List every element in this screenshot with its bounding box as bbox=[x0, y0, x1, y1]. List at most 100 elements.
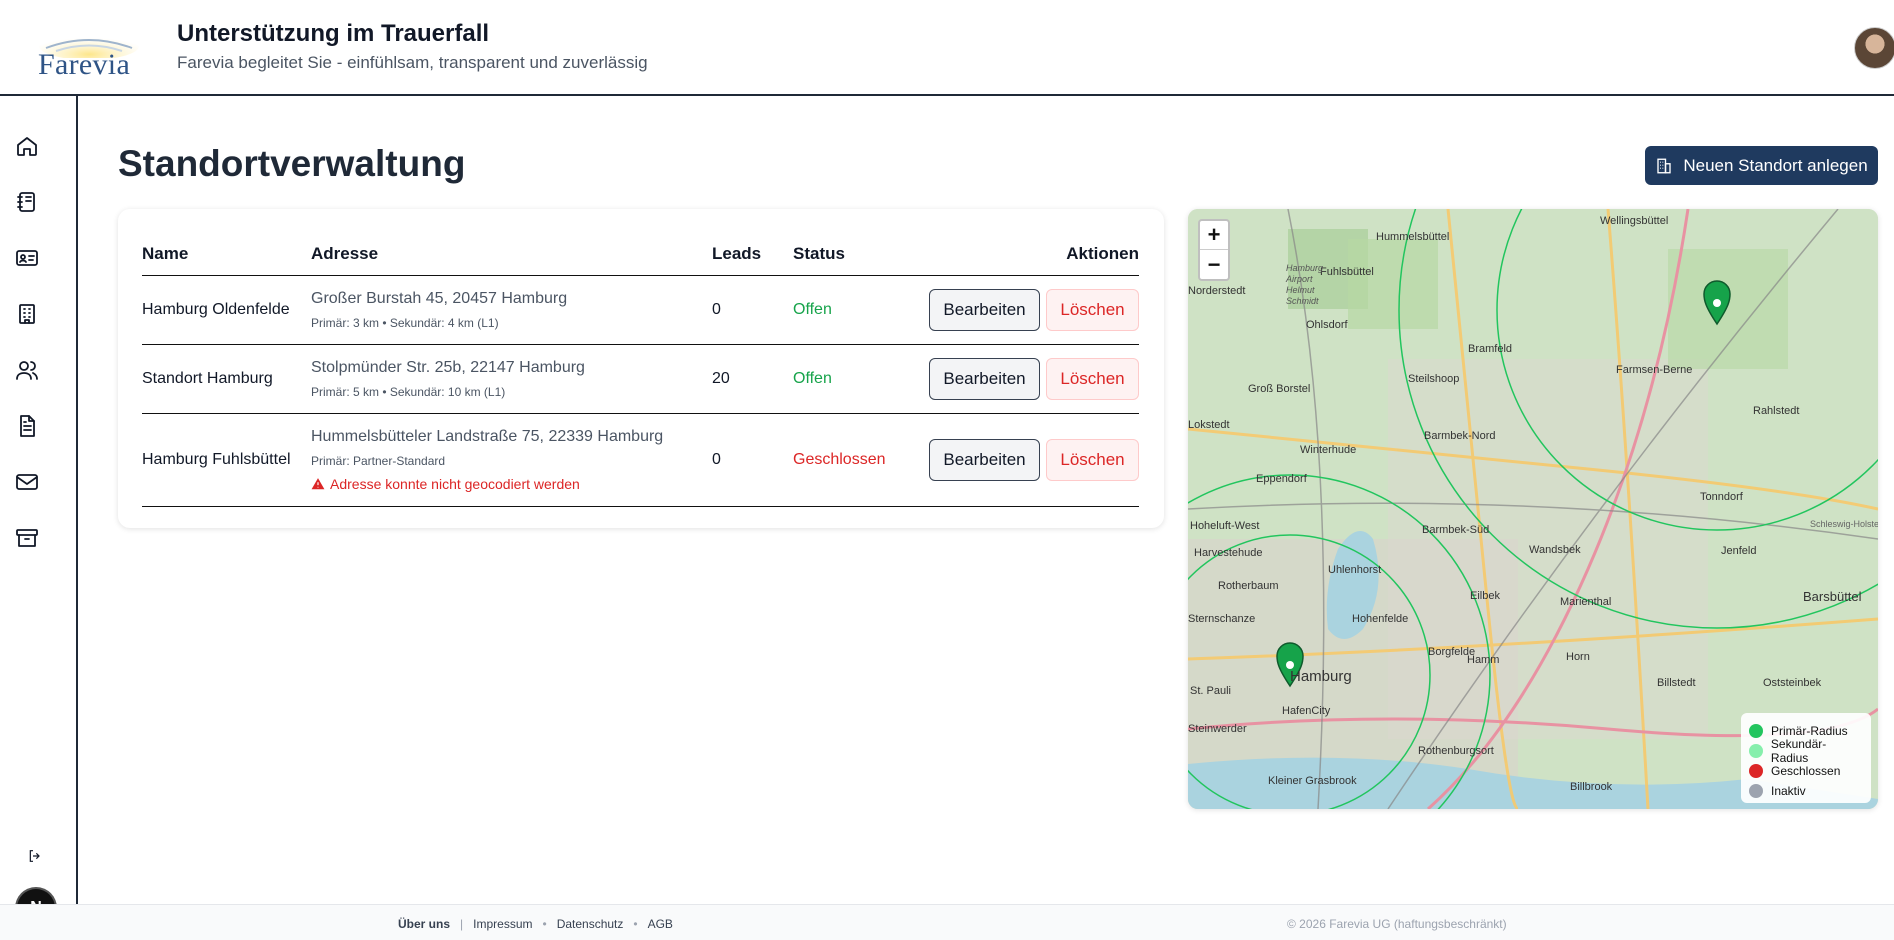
map-label: Winterhude bbox=[1300, 444, 1357, 456]
map-label: Eppendorf bbox=[1256, 473, 1307, 485]
map-label: Jenfeld bbox=[1721, 545, 1757, 557]
map-label: Hamburg bbox=[1290, 668, 1352, 685]
notebook-icon bbox=[17, 192, 35, 212]
location-name: Hamburg Fuhlsbüttel bbox=[142, 413, 311, 507]
sidebar-item-mail[interactable] bbox=[13, 468, 41, 496]
footer-link-about[interactable]: Über uns bbox=[398, 917, 450, 931]
location-actions: Bearbeiten Löschen bbox=[911, 413, 1139, 507]
map-label: Billstedt bbox=[1657, 677, 1696, 689]
table-row: Standort Hamburg Stolpmünder Str. 25b, 2… bbox=[142, 344, 1139, 414]
edit-button[interactable]: Bearbeiten bbox=[929, 438, 1040, 481]
delete-button[interactable]: Löschen bbox=[1046, 357, 1139, 400]
location-leads: 0 bbox=[712, 413, 793, 507]
footer-link-terms[interactable]: AGB bbox=[648, 917, 673, 931]
location-address-cell: Stolpmünder Str. 25b, 22147 Hamburg Prim… bbox=[311, 344, 712, 414]
copyright: © 2026 Farevia UG (haftungsbeschränkt) bbox=[1287, 917, 1507, 931]
map-label: Barmbek-Süd bbox=[1422, 524, 1490, 536]
users-icon bbox=[16, 361, 38, 380]
column-header-actions: Aktionen bbox=[911, 233, 1139, 276]
map-label: Hohenfelde bbox=[1352, 613, 1409, 625]
map-label: Hoheluft-West bbox=[1190, 520, 1260, 532]
location-status: Geschlossen bbox=[793, 413, 911, 507]
map-label: Norderstedt bbox=[1188, 285, 1246, 297]
sidebar-item-archive[interactable] bbox=[13, 524, 41, 552]
farevia-logo[interactable]: Farevia bbox=[36, 18, 142, 82]
location-leads: 20 bbox=[712, 344, 793, 414]
location-name: Hamburg Oldenfelde bbox=[142, 275, 311, 345]
primary-radius-dot bbox=[1749, 724, 1763, 738]
map-label: Hamm bbox=[1467, 654, 1500, 666]
column-header-status: Status bbox=[793, 233, 911, 276]
sidebar-item-notebook[interactable] bbox=[13, 188, 41, 216]
location-address: Hummelsbütteler Landstraße 75, 22339 Ham… bbox=[311, 427, 664, 445]
edit-button[interactable]: Bearbeiten bbox=[929, 288, 1040, 331]
location-status: Offen bbox=[793, 275, 911, 345]
location-leads: 0 bbox=[712, 275, 793, 345]
column-header-address: Adresse bbox=[311, 233, 712, 276]
footer-link-privacy[interactable]: Datenschutz bbox=[557, 917, 624, 931]
map-label: Wandsbek bbox=[1529, 544, 1581, 556]
map-label: Tonndorf bbox=[1700, 491, 1743, 503]
sidebar-item-documents[interactable] bbox=[13, 412, 41, 440]
map-label: Steinwerder bbox=[1188, 723, 1247, 735]
delete-button[interactable]: Löschen bbox=[1046, 288, 1139, 331]
geocode-error-text: Adresse konnte nicht geocodiert werden bbox=[330, 475, 580, 492]
delete-button[interactable]: Löschen bbox=[1046, 438, 1139, 481]
location-actions: Bearbeiten Löschen bbox=[911, 275, 1139, 345]
map-label: Billbrook bbox=[1570, 781, 1613, 793]
header-title: Unterstützung im Trauerfall bbox=[177, 20, 490, 47]
building-icon bbox=[19, 304, 35, 324]
legend-item: Sekundär-Radius bbox=[1749, 737, 1863, 765]
sidebar-item-buildings[interactable] bbox=[13, 300, 41, 328]
map-label: Rotherbaum bbox=[1218, 580, 1279, 592]
map-label: Rothenburgsort bbox=[1418, 745, 1494, 757]
sidebar bbox=[0, 96, 78, 904]
secondary-radius-dot bbox=[1749, 744, 1763, 758]
location-name: Standort Hamburg bbox=[142, 344, 311, 414]
map-label: Bramfeld bbox=[1468, 343, 1513, 355]
legend-item: Inaktiv bbox=[1749, 781, 1863, 801]
table-row: Hamburg Oldenfelde Großer Burstah 45, 20… bbox=[142, 275, 1139, 345]
location-actions: Bearbeiten Löschen bbox=[911, 344, 1139, 414]
map-label: Kleiner Grasbrook bbox=[1268, 775, 1357, 787]
new-location-label: Neuen Standort anlegen bbox=[1683, 155, 1868, 175]
map-label: Rahlstedt bbox=[1753, 405, 1800, 417]
locations-table: Name Adresse Leads Status Aktionen Hambu… bbox=[142, 233, 1139, 507]
map-label: Barmbek-Nord bbox=[1424, 430, 1496, 442]
page-title: Standortverwaltung bbox=[118, 143, 466, 184]
map-label: Lokstedt bbox=[1188, 419, 1230, 431]
user-avatar[interactable] bbox=[1854, 27, 1894, 69]
new-location-button[interactable]: Neuen Standort anlegen bbox=[1645, 146, 1878, 185]
location-address: Stolpmünder Str. 25b, 22147 Hamburg bbox=[311, 358, 585, 376]
map-label: Schleswig-Holstein bbox=[1810, 519, 1878, 529]
sidebar-item-users[interactable] bbox=[13, 356, 41, 384]
zoom-out-button[interactable]: − bbox=[1200, 250, 1228, 279]
map-label: Sternschanze bbox=[1188, 613, 1256, 625]
sidebar-item-contact-card[interactable] bbox=[13, 244, 41, 272]
map-label: Ohlsdorf bbox=[1306, 319, 1348, 331]
locations-map[interactable]: + − Wellingsbüttel Hummelsbüttel Fuhlsbü… bbox=[1188, 209, 1878, 809]
zoom-in-button[interactable]: + bbox=[1200, 221, 1228, 250]
footer-separator: • bbox=[633, 917, 638, 931]
archive-icon bbox=[16, 529, 38, 547]
logout-button[interactable] bbox=[27, 848, 47, 868]
legend-label: Sekundär-Radius bbox=[1770, 737, 1827, 765]
column-header-name: Name bbox=[142, 233, 311, 276]
edit-button[interactable]: Bearbeiten bbox=[929, 357, 1040, 400]
map-label: St. Pauli bbox=[1190, 685, 1231, 697]
location-address-cell: Hummelsbütteler Landstraße 75, 22339 Ham… bbox=[311, 413, 712, 507]
map-zoom-control: + − bbox=[1198, 219, 1230, 281]
legend-label: Primär-Radius bbox=[1771, 724, 1848, 738]
map-label: Farmsen-Berne bbox=[1616, 364, 1693, 376]
footer-link-imprint[interactable]: Impressum bbox=[473, 917, 532, 931]
home-icon bbox=[17, 137, 37, 156]
sidebar-item-home[interactable] bbox=[13, 132, 41, 160]
table-row: Hamburg Fuhlsbüttel Hummelsbütteler Land… bbox=[142, 413, 1139, 507]
location-radius-detail: Primär: 5 km • Sekundär: 10 km (L1) bbox=[311, 384, 506, 399]
location-radius-detail: Primär: 3 km • Sekundär: 4 km (L1) bbox=[311, 315, 499, 330]
map-label: Steilshoop bbox=[1408, 373, 1460, 385]
map-label: Marienthal bbox=[1560, 596, 1612, 608]
locations-card: Name Adresse Leads Status Aktionen Hambu… bbox=[118, 209, 1164, 528]
column-header-leads: Leads bbox=[712, 233, 793, 276]
map-label: Groß Borstel bbox=[1248, 383, 1311, 395]
